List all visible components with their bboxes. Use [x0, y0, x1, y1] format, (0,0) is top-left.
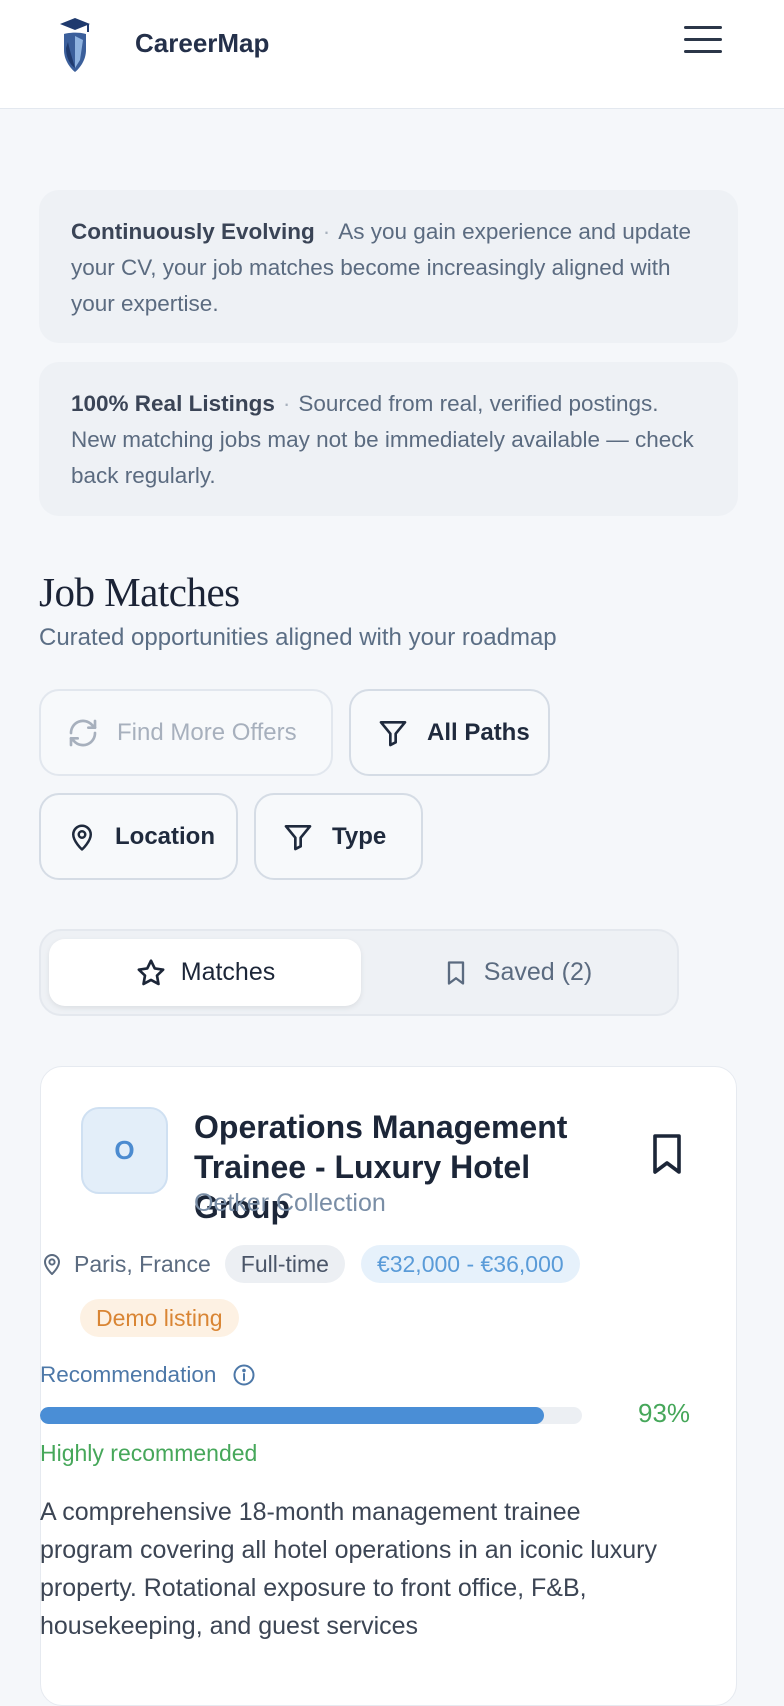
separator-dot: ·	[322, 219, 331, 244]
type-filter-button[interactable]: Type	[254, 793, 423, 880]
tab-matches[interactable]: Matches	[49, 939, 361, 1006]
type-label: Type	[332, 822, 387, 850]
app-header: CareerMap	[0, 0, 784, 109]
location-filter-button[interactable]: Location	[39, 793, 238, 880]
recommendation-progress-bar	[40, 1407, 582, 1424]
hamburger-menu-icon[interactable]	[684, 26, 722, 60]
recommendation-percent: 93%	[638, 1398, 691, 1428]
filter-icon	[284, 824, 312, 850]
tab-saved-label: Saved (2)	[483, 958, 593, 986]
job-meta-row: Paris, France Full-time €32,000 - €36,00…	[40, 1245, 596, 1283]
job-location-text: Paris, France	[74, 1250, 211, 1277]
job-location: Paris, France	[40, 1251, 211, 1278]
bookmark-icon	[447, 960, 464, 985]
company-logo: O	[81, 1107, 168, 1194]
all-paths-label: All Paths	[427, 718, 530, 746]
location-label: Location	[115, 822, 215, 850]
employment-type-badge: Full-time	[224, 1245, 345, 1283]
all-paths-filter-button[interactable]: All Paths	[349, 689, 550, 776]
info-box-title: Continuously Evolving	[71, 219, 315, 244]
info-box-title: 100% Real Listings	[71, 391, 275, 416]
section-title: Job Matches	[39, 569, 240, 615]
recommendation-text: Highly recommended	[40, 1440, 258, 1466]
save-bookmark-icon[interactable]	[649, 1133, 685, 1175]
info-box-real-listings: 100% Real Listings · Sourced from real, ve…	[39, 362, 738, 516]
map-pin-icon	[44, 1254, 60, 1275]
separator-dot: ·	[282, 391, 291, 416]
info-box-evolving: Continuously Evolving · As you gain experi…	[39, 190, 738, 343]
recommendation-label: Recommendation	[40, 1362, 256, 1388]
tab-matches-label: Matches	[180, 958, 276, 986]
find-more-offers-button[interactable]: Find More Offers	[39, 689, 333, 776]
job-description: A comprehensive 18-month management trai…	[40, 1498, 657, 1640]
refresh-icon	[69, 719, 97, 746]
recommendation-label-text: Recommendation	[40, 1362, 217, 1387]
salary-badge: €32,000 - €36,000	[360, 1245, 580, 1283]
company-name: Oetker Collection	[194, 1189, 386, 1217]
careermap-logo-icon[interactable]	[54, 16, 96, 74]
recommendation-progress-fill	[40, 1407, 545, 1424]
brand-name[interactable]: CareerMap	[135, 28, 269, 59]
filter-icon	[379, 720, 407, 746]
map-pin-icon	[72, 824, 92, 851]
find-more-offers-label: Find More Offers	[117, 718, 297, 746]
info-icon[interactable]	[232, 1363, 256, 1387]
section-subtitle: Curated opportunities aligned with your …	[39, 624, 557, 651]
star-icon	[137, 958, 165, 985]
tab-saved[interactable]: Saved (2)	[361, 939, 673, 1006]
demo-listing-badge: Demo listing	[80, 1299, 239, 1337]
matches-saved-tabs: Matches Saved (2)	[39, 929, 679, 1016]
